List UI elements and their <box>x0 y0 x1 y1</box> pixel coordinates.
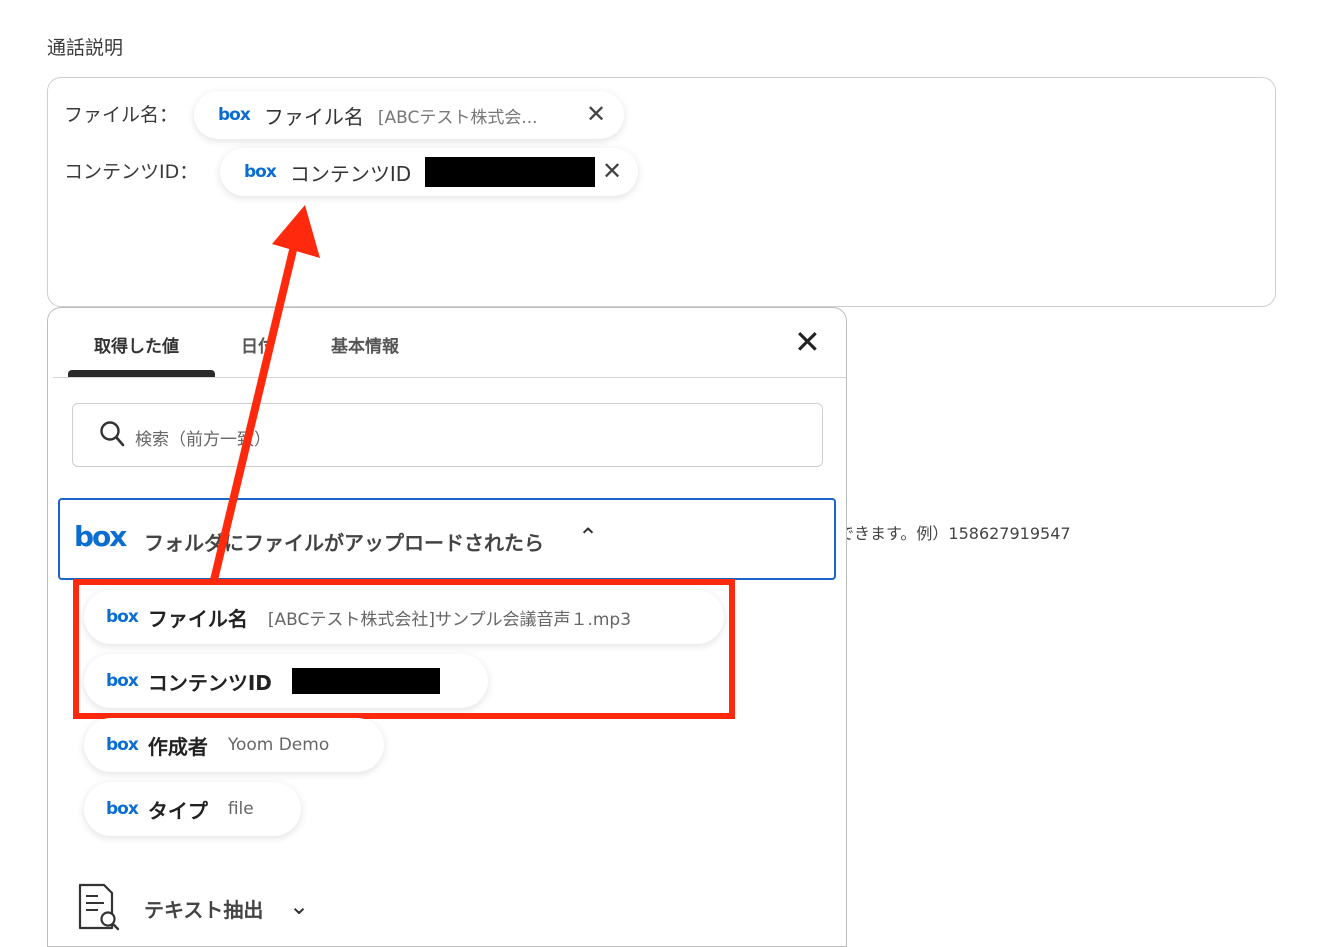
tab-date[interactable]: 日付 <box>241 332 275 357</box>
group-title: テキスト抽出 <box>144 898 264 922</box>
close-icon[interactable]: ✕ <box>602 157 622 185</box>
document-search-icon <box>78 883 120 931</box>
box-logo-icon: box <box>74 520 127 553</box>
field-label: 通話説明 <box>47 37 124 59</box>
search-placeholder: 検索（前方一致） <box>135 430 271 450</box>
box-trigger-group-header[interactable]: box フォルダにファイルがアップロードされたら ⌃ <box>58 498 836 580</box>
highlight-box <box>73 579 735 719</box>
chip-value: [ABCテスト株式会... <box>377 107 538 128</box>
tab-divider <box>53 377 846 378</box>
box-logo-icon: box <box>244 162 277 182</box>
description-textarea[interactable]: ファイル名： box ファイル名 [ABCテスト株式会... ✕ コンテンツID… <box>47 77 1276 307</box>
content-id-variable-chip[interactable]: box コンテンツID ✕ <box>220 148 638 196</box>
tab-acquired-values[interactable]: 取得した値 <box>94 332 179 357</box>
item-name: タイプ <box>147 798 208 823</box>
group-title: フォルダにファイルがアップロードされたら <box>144 531 544 555</box>
list-item[interactable]: box タイプ file <box>84 782 301 836</box>
file-name-row-label: ファイル名： <box>64 104 179 126</box>
list-item[interactable]: box 作成者 Yoom Demo <box>84 718 384 772</box>
close-icon[interactable]: ✕ <box>586 100 606 128</box>
text-extraction-group-header[interactable]: テキスト抽出 ⌄ <box>76 878 476 938</box>
chip-name: ファイル名 <box>263 104 364 129</box>
content-id-row-label: コンテンツID： <box>64 161 199 183</box>
redacted-value <box>425 157 596 187</box>
file-name-variable-chip[interactable]: box ファイル名 [ABCテスト株式会... ✕ <box>194 91 624 139</box>
item-value: Yoom Demo <box>227 735 330 755</box>
search-input[interactable]: 検索（前方一致） <box>72 403 823 467</box>
tab-basic-info[interactable]: 基本情報 <box>331 332 399 357</box>
item-name: 作成者 <box>147 734 208 759</box>
search-icon <box>100 421 125 447</box>
background-hint-text: できます。例）158627919547 <box>838 524 1071 543</box>
box-logo-icon: box <box>218 105 251 125</box>
item-value: file <box>227 799 254 819</box>
chevron-up-icon: ⌃ <box>578 523 599 551</box>
chevron-down-icon: ⌄ <box>289 892 310 920</box>
box-logo-icon: box <box>106 735 139 755</box>
box-logo-icon: box <box>106 799 139 819</box>
variable-picker-panel: 取得した値 日付 基本情報 ✕ 検索（前方一致） box フォルダにファイルがア… <box>47 307 847 947</box>
close-icon[interactable]: ✕ <box>794 326 821 358</box>
active-tab-indicator <box>68 370 215 377</box>
chip-name: コンテンツID <box>289 161 412 186</box>
